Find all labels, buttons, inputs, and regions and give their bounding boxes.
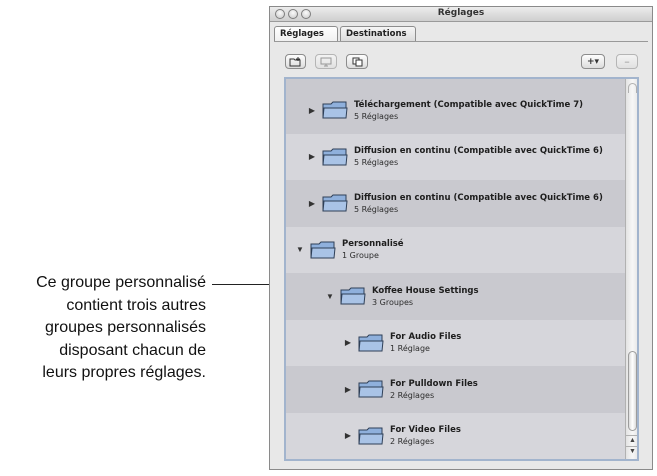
add-setting-menu-button[interactable]: +▾ — [581, 54, 605, 69]
show-details-button[interactable] — [315, 54, 337, 69]
callout-line-2: contient trois autres — [66, 296, 206, 314]
monitor-icon — [320, 57, 332, 66]
remove-button[interactable]: – — [616, 54, 638, 69]
list-item-title: Diffusion en continu (Compatible avec Qu… — [354, 192, 603, 203]
folder-icon — [340, 287, 366, 305]
disclosure-triangle-right-icon[interactable]: ▶ — [306, 152, 318, 161]
disclosure-triangle-down-icon[interactable]: ▼ — [294, 245, 306, 254]
scroll-up-arrow-icon[interactable]: ▲ — [626, 435, 637, 446]
settings-list[interactable]: ▶ Téléchargement (Compatible avec QuickTi… — [284, 77, 639, 461]
list-item-title: Téléchargement (Compatible avec QuickTim… — [354, 99, 584, 110]
list-item-text: Téléchargement (Compatible avec QuickTim… — [354, 100, 583, 121]
scroll-track-top-cap — [628, 83, 637, 93]
list-item-subtitle: 1 Réglage — [390, 344, 430, 353]
list-item-title: Personnalisé — [342, 239, 404, 249]
folder-icon — [358, 334, 384, 351]
disclosure-triangle-right-icon[interactable]: ▶ — [342, 385, 354, 394]
list-item-text: Diffusion en continu (Compatible avec Qu… — [354, 146, 603, 167]
list-item-subtitle: 3 Groupes — [372, 297, 414, 307]
title-bar[interactable]: Réglages — [270, 7, 652, 22]
list-item-subtitle: 2 Réglages — [390, 437, 435, 446]
callout-text: Ce groupe personnalisé contient trois au… — [0, 272, 206, 385]
tab-divider — [274, 41, 648, 42]
list-item-title: Diffusion en continu (Compatible avec Qu… — [354, 146, 603, 156]
list-item[interactable]: ▶ Diffusion en continu (Compatible avec Q… — [286, 180, 625, 226]
folder-icon — [322, 101, 348, 119]
folder-icon — [358, 380, 384, 398]
disclosure-triangle-right-icon[interactable]: ▶ — [342, 431, 354, 440]
tab-reglages[interactable]: Réglages — [274, 26, 338, 42]
disclosure-triangle-right-icon[interactable]: ▶ — [306, 199, 318, 208]
new-group-button[interactable] — [285, 54, 306, 69]
folder-icon — [310, 241, 336, 258]
list-item-subtitle: 5 Réglages — [354, 204, 399, 214]
duplicate-button[interactable] — [346, 54, 368, 69]
list-item-title: Koffee House Settings — [372, 285, 479, 296]
tab-destinations[interactable]: Destinations — [340, 26, 416, 42]
settings-window: Réglages Réglages Destinations +▾ – ▶ Té… — [269, 6, 653, 470]
list-item-subtitle: 2 Réglages — [390, 390, 435, 400]
list-item-text: Koffee House Settings 3 Groupes — [372, 286, 479, 307]
folder-icon — [358, 427, 384, 444]
scroll-down-arrow-icon[interactable]: ▼ — [626, 446, 637, 457]
callout-line-4: disposant chacun de — [59, 341, 206, 359]
list-item-title: For Video Files — [390, 425, 461, 435]
list-item[interactable]: ▼ Personnalisé 1 Groupe — [286, 226, 625, 273]
list-item-text: For Audio Files 1 Réglage — [390, 332, 461, 353]
list-item-text: For Video Files 2 Réglages — [390, 425, 461, 446]
folder-icon — [322, 194, 348, 212]
scroll-thumb[interactable] — [628, 351, 637, 431]
list-item-subtitle: 5 Réglages — [354, 158, 399, 167]
list-item[interactable]: ▼ Koffee House Settings 3 Groupes — [286, 273, 625, 319]
list-item-text: For Pulldown Files 2 Réglages — [390, 379, 478, 400]
toolbar: +▾ – — [270, 47, 652, 73]
list-item[interactable]: ▶ For Video Files 2 Réglages — [286, 412, 625, 459]
window-title: Réglages — [437, 8, 485, 18]
list-item-text: Personnalisé 1 Groupe — [342, 239, 404, 260]
list-item-subtitle: 1 Groupe — [342, 251, 379, 260]
callout-line-1: Ce groupe personnalisé — [36, 274, 206, 291]
callout-line-3: groupes personnalisés — [45, 319, 206, 336]
disclosure-triangle-down-icon[interactable]: ▼ — [324, 292, 336, 301]
duplicate-icon — [352, 57, 362, 66]
folder-add-icon — [289, 56, 301, 66]
list-item-subtitle: 5 Réglages — [354, 111, 399, 121]
list-item-title: For Pulldown Files — [390, 378, 478, 389]
folder-icon — [322, 148, 348, 165]
disclosure-triangle-right-icon[interactable]: ▶ — [306, 106, 318, 115]
list-item[interactable]: ▶ Téléchargement (Compatible avec QuickTi… — [286, 87, 625, 133]
list-item-text: Diffusion en continu (Compatible avec Qu… — [354, 193, 603, 214]
callout-line-5: leurs propres réglages. — [42, 364, 206, 381]
list-item-title: For Audio Files — [390, 332, 462, 342]
list-item[interactable]: ▶ For Pulldown Files 2 Réglages — [286, 366, 625, 412]
vertical-scrollbar[interactable]: ▲ ▼ — [625, 79, 637, 459]
list-item[interactable]: ▶ For Audio Files 1 Réglage — [286, 319, 625, 366]
list-item[interactable]: ▶ Diffusion en continu (Compatible avec Q… — [286, 133, 625, 180]
disclosure-triangle-right-icon[interactable]: ▶ — [342, 338, 354, 347]
